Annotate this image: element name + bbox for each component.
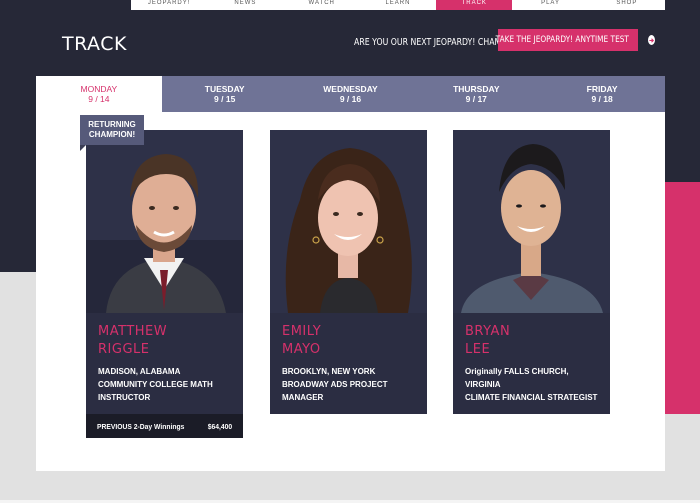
tab-thursday[interactable]: THURSDAY 9 / 17: [413, 76, 540, 112]
tab-date: 9 / 18: [591, 94, 613, 104]
tab-day: WEDNESDAY: [323, 84, 378, 94]
top-nav-item[interactable]: WATCH: [284, 0, 360, 10]
badge-fold: [80, 145, 86, 151]
tab-tuesday[interactable]: TUESDAY 9 / 15: [161, 76, 288, 112]
contestant-name: MATTHEW RIGGLE: [86, 313, 243, 359]
pink-accent-block: [665, 182, 700, 414]
winnings-label: PREVIOUS 2-Day Winnings: [97, 421, 185, 431]
tab-date: 9 / 17: [465, 94, 487, 104]
tab-date: 9 / 14: [88, 94, 110, 104]
tab-monday[interactable]: MONDAY 9 / 14: [36, 76, 162, 112]
contestant-last-name: LEE: [465, 342, 491, 357]
contestant-occupation: MANAGER: [282, 393, 324, 402]
contestant-location: VIRGINIA: [465, 380, 501, 389]
contestant-photo: [86, 130, 243, 313]
contestant-first-name: MATTHEW: [98, 324, 168, 339]
winnings-bar: PREVIOUS 2-Day Winnings $64,400: [86, 414, 243, 438]
contestant-photo: [270, 130, 427, 313]
tab-date: 9 / 16: [339, 94, 362, 104]
badge-line: CHAMPION!: [88, 130, 136, 139]
top-nav-item[interactable]: LEARN: [360, 0, 436, 10]
arrow-right-circle-icon: [647, 35, 655, 45]
contestant-occupation: INSTRUCTOR: [98, 393, 151, 402]
anytime-test-button-label: TAKE THE JEOPARDY! ANYTIME TEST: [495, 35, 630, 45]
top-nav-item[interactable]: JEOPARDY!: [131, 0, 207, 10]
contestant-card[interactable]: EMILY MAYO BROOKLYN, NEW YORK BROADWAY A…: [270, 130, 427, 414]
contestant-occupation: BROADWAY ADS PROJECT: [282, 380, 388, 389]
contestant-location: BROOKLYN, NEW YORK: [282, 367, 376, 376]
top-nav-item-active[interactable]: TRACK: [436, 0, 513, 10]
tab-day: THURSDAY: [453, 84, 500, 94]
contestant-card[interactable]: MATTHEW RIGGLE MADISON, ALABAMA COMMUNIT…: [86, 130, 243, 438]
tab-day: TUESDAY: [204, 84, 245, 94]
tab-wednesday[interactable]: WEDNESDAY 9 / 16: [287, 76, 414, 112]
top-nav: JEOPARDY! NEWS WATCH LEARN TRACK PLAY SH…: [131, 0, 665, 10]
contestant-name: BRYAN LEE: [453, 313, 610, 359]
returning-champion-badge: RETURNING CHAMPION!: [80, 115, 144, 145]
winnings-value: $64,400: [207, 421, 232, 431]
contestant-first-name: EMILY: [282, 324, 322, 339]
tab-day: FRIDAY: [586, 84, 618, 94]
contestant-last-name: RIGGLE: [98, 342, 150, 357]
contestant-occupation: CLIMATE FINANCIAL STRATEGIST: [465, 393, 598, 402]
contestant-last-name: MAYO: [282, 342, 321, 357]
badge-line: RETURNING: [88, 120, 136, 129]
contestant-name: EMILY MAYO: [270, 313, 427, 359]
contestant-occupation: COMMUNITY COLLEGE MATH: [98, 380, 213, 389]
contestant-photo: [453, 130, 610, 313]
top-nav-item[interactable]: NEWS: [207, 0, 283, 10]
tab-date: 9 / 15: [214, 94, 236, 104]
contestant-location: MADISON, ALABAMA: [98, 367, 181, 376]
day-tabs: MONDAY 9 / 14 TUESDAY 9 / 15 WEDNESDAY 9…: [36, 76, 665, 112]
contestant-card[interactable]: BRYAN LEE Originally FALLS CHURCH, VIRGI…: [453, 130, 610, 414]
page-title: TRACK: [62, 33, 127, 55]
contestant-info: BROOKLYN, NEW YORK BROADWAY ADS PROJECT …: [270, 359, 427, 404]
contestant-info: MADISON, ALABAMA COMMUNITY COLLEGE MATH …: [86, 359, 243, 404]
contestant-location: Originally FALLS CHURCH,: [465, 367, 569, 376]
top-nav-item[interactable]: PLAY: [512, 0, 588, 10]
anytime-test-button[interactable]: TAKE THE JEOPARDY! ANYTIME TEST: [495, 29, 655, 51]
top-nav-item[interactable]: SHOP: [589, 0, 665, 10]
contestant-first-name: BRYAN: [465, 324, 511, 339]
contestant-info: Originally FALLS CHURCH, VIRGINIA CLIMAT…: [453, 359, 610, 404]
tab-friday[interactable]: FRIDAY 9 / 18: [539, 76, 665, 112]
tab-day: MONDAY: [80, 84, 118, 94]
